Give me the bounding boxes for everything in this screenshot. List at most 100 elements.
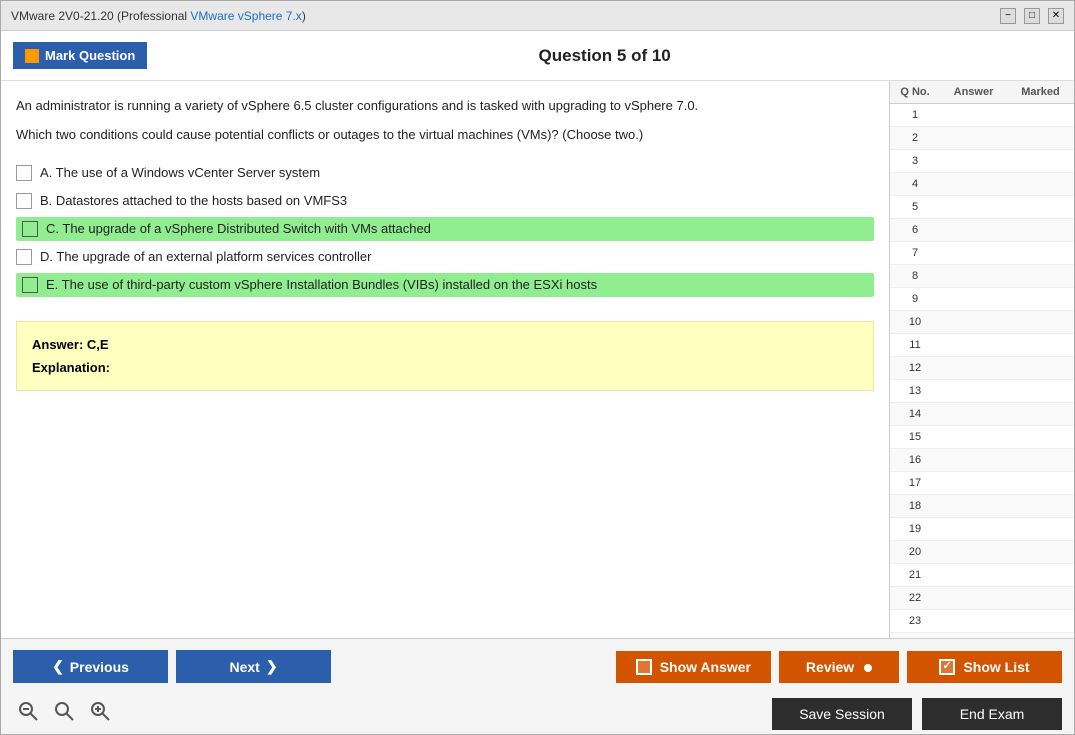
option-b-text: B. Datastores attached to the hosts base… bbox=[40, 193, 347, 208]
zoom-reset-button[interactable] bbox=[49, 698, 79, 730]
next-button[interactable]: Next bbox=[176, 650, 331, 683]
qlist-cell-answer bbox=[940, 612, 1007, 630]
qlist-cell-answer bbox=[940, 129, 1007, 147]
qlist-cell-marked bbox=[1007, 221, 1074, 239]
option-e[interactable]: E. The use of third-party custom vSphere… bbox=[16, 273, 874, 297]
checkbox-e[interactable] bbox=[22, 277, 38, 293]
answer-square-icon bbox=[636, 659, 652, 675]
qlist-row[interactable]: 6 bbox=[890, 219, 1074, 242]
qlist-row[interactable]: 15 bbox=[890, 426, 1074, 449]
show-answer-button[interactable]: Show Answer bbox=[616, 651, 771, 683]
qlist-header-qno: Q No. bbox=[890, 86, 940, 98]
qlist-cell-answer bbox=[940, 198, 1007, 216]
qlist-header: Q No. Answer Marked bbox=[890, 81, 1074, 104]
qlist-row[interactable]: 2 bbox=[890, 127, 1074, 150]
qlist-row[interactable]: 4 bbox=[890, 173, 1074, 196]
zoom-controls bbox=[13, 698, 115, 730]
qlist-cell-marked bbox=[1007, 543, 1074, 561]
qlist-row[interactable]: 1 bbox=[890, 104, 1074, 127]
qlist-row[interactable]: 16 bbox=[890, 449, 1074, 472]
question-list-panel: Q No. Answer Marked 1 2 3 4 5 6 bbox=[889, 81, 1074, 638]
question-text: An administrator is running a variety of… bbox=[16, 96, 874, 146]
answer-line: Answer: C,E bbox=[32, 337, 858, 352]
footer: Previous Next Show Answer Review Show Li… bbox=[1, 638, 1074, 734]
checkbox-b[interactable] bbox=[16, 193, 32, 209]
checkbox-a[interactable] bbox=[16, 165, 32, 181]
footer-row2: Save Session End Exam bbox=[1, 694, 1074, 734]
previous-button[interactable]: Previous bbox=[13, 650, 168, 683]
question-text-line1: An administrator is running a variety of… bbox=[16, 98, 698, 113]
qlist-row[interactable]: 19 bbox=[890, 518, 1074, 541]
titlebar-link[interactable]: VMware vSphere 7.x bbox=[190, 9, 301, 23]
qlist-cell-marked bbox=[1007, 359, 1074, 377]
qlist-row[interactable]: 13 bbox=[890, 380, 1074, 403]
option-e-text: E. The use of third-party custom vSphere… bbox=[46, 277, 597, 292]
option-c-text: C. The upgrade of a vSphere Distributed … bbox=[46, 221, 431, 236]
qlist-row[interactable]: 5 bbox=[890, 196, 1074, 219]
option-d[interactable]: D. The upgrade of an external platform s… bbox=[16, 245, 874, 269]
zoom-out-button[interactable] bbox=[13, 698, 43, 730]
qlist-row[interactable]: 14 bbox=[890, 403, 1074, 426]
qlist-cell-answer bbox=[940, 520, 1007, 538]
qlist-row[interactable]: 11 bbox=[890, 334, 1074, 357]
qlist-cell-num: 14 bbox=[890, 405, 940, 423]
save-session-button[interactable]: Save Session bbox=[772, 698, 912, 730]
checkbox-c[interactable] bbox=[22, 221, 38, 237]
options-list: A. The use of a Windows vCenter Server s… bbox=[16, 161, 874, 301]
qlist-row[interactable]: 3 bbox=[890, 150, 1074, 173]
qlist-row[interactable]: 9 bbox=[890, 288, 1074, 311]
qlist-cell-answer bbox=[940, 543, 1007, 561]
qlist-row[interactable]: 10 bbox=[890, 311, 1074, 334]
maximize-button[interactable]: □ bbox=[1024, 8, 1040, 24]
qlist-cell-marked bbox=[1007, 106, 1074, 124]
minimize-button[interactable]: − bbox=[1000, 8, 1016, 24]
footer-row1: Previous Next Show Answer Review Show Li… bbox=[1, 639, 1074, 694]
close-button[interactable]: ✕ bbox=[1048, 8, 1064, 24]
review-button[interactable]: Review bbox=[779, 651, 899, 683]
chevron-right-icon bbox=[266, 658, 278, 675]
qlist-row[interactable]: 12 bbox=[890, 357, 1074, 380]
qlist-cell-marked bbox=[1007, 290, 1074, 308]
qlist-cell-num: 8 bbox=[890, 267, 940, 285]
show-list-button[interactable]: Show List bbox=[907, 651, 1062, 683]
qlist-cell-answer bbox=[940, 175, 1007, 193]
qlist-cell-marked bbox=[1007, 589, 1074, 607]
bookmark-icon bbox=[25, 49, 39, 63]
qlist-cell-marked bbox=[1007, 129, 1074, 147]
mark-question-button[interactable]: Mark Question bbox=[13, 42, 147, 69]
checkbox-d[interactable] bbox=[16, 249, 32, 265]
qlist-cell-answer bbox=[940, 106, 1007, 124]
list-check-icon bbox=[939, 659, 955, 675]
qlist-row[interactable]: 20 bbox=[890, 541, 1074, 564]
qlist-row[interactable]: 22 bbox=[890, 587, 1074, 610]
option-a[interactable]: A. The use of a Windows vCenter Server s… bbox=[16, 161, 874, 185]
qlist-cell-marked bbox=[1007, 313, 1074, 331]
option-c[interactable]: C. The upgrade of a vSphere Distributed … bbox=[16, 217, 874, 241]
qlist-row[interactable]: 23 bbox=[890, 610, 1074, 633]
qlist-cell-answer bbox=[940, 221, 1007, 239]
qlist-cell-answer bbox=[940, 290, 1007, 308]
qlist-cell-marked bbox=[1007, 198, 1074, 216]
qlist-cell-marked bbox=[1007, 566, 1074, 584]
qlist-cell-answer bbox=[940, 267, 1007, 285]
qlist-cell-answer bbox=[940, 428, 1007, 446]
qlist-cell-marked bbox=[1007, 451, 1074, 469]
qlist-row[interactable]: 17 bbox=[890, 472, 1074, 495]
qlist-cell-answer bbox=[940, 474, 1007, 492]
qlist-row[interactable]: 7 bbox=[890, 242, 1074, 265]
qlist-body[interactable]: 1 2 3 4 5 6 7 8 bbox=[890, 104, 1074, 638]
qlist-row[interactable]: 8 bbox=[890, 265, 1074, 288]
review-dot-icon bbox=[864, 664, 872, 672]
titlebar-controls: − □ ✕ bbox=[1000, 8, 1064, 24]
end-exam-button[interactable]: End Exam bbox=[922, 698, 1062, 730]
qlist-cell-marked bbox=[1007, 175, 1074, 193]
zoom-in-button[interactable] bbox=[85, 698, 115, 730]
qlist-cell-marked bbox=[1007, 405, 1074, 423]
qlist-row[interactable]: 18 bbox=[890, 495, 1074, 518]
option-b[interactable]: B. Datastores attached to the hosts base… bbox=[16, 189, 874, 213]
qlist-row[interactable]: 21 bbox=[890, 564, 1074, 587]
qlist-cell-marked bbox=[1007, 428, 1074, 446]
qlist-cell-num: 15 bbox=[890, 428, 940, 446]
qlist-cell-answer bbox=[940, 244, 1007, 262]
qlist-cell-num: 1 bbox=[890, 106, 940, 124]
